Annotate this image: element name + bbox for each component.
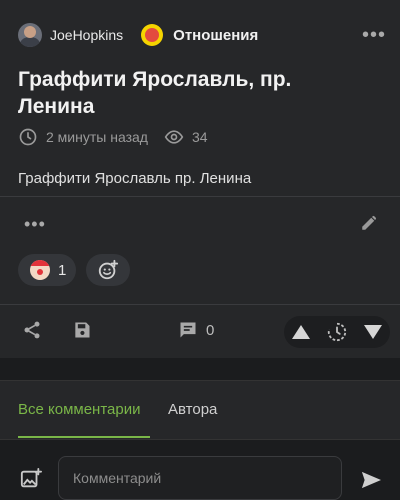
comments-count: 0 bbox=[206, 321, 215, 339]
image-plus-icon[interactable] bbox=[20, 468, 42, 490]
post-time: 2 минуты назад bbox=[46, 129, 148, 145]
comment-input[interactable] bbox=[58, 456, 342, 500]
add-reaction-button[interactable] bbox=[86, 254, 130, 286]
comment-composer bbox=[0, 440, 400, 500]
tab-author[interactable]: Автора bbox=[168, 401, 217, 418]
post-meta: 2 минуты назад 34 bbox=[18, 126, 208, 148]
views-count: 34 bbox=[191, 129, 208, 145]
comments-tabs: Все комментарии Автора bbox=[0, 380, 400, 440]
post-header: JoeHopkins Отношения ••• bbox=[18, 20, 386, 50]
smiley-plus-icon bbox=[98, 259, 119, 280]
rating-pending-icon bbox=[327, 322, 347, 342]
save-icon bbox=[75, 322, 90, 338]
divider bbox=[0, 304, 400, 305]
pencil-icon[interactable] bbox=[360, 214, 378, 232]
comment-icon bbox=[180, 322, 196, 338]
post-title: Граффити Ярославль, пр. Ленина bbox=[18, 68, 292, 118]
vote-control bbox=[284, 316, 390, 348]
reaction-count: 1 bbox=[58, 261, 67, 279]
author-avatar[interactable] bbox=[18, 23, 42, 47]
post-menu-button[interactable]: ••• bbox=[362, 25, 386, 45]
post-card: JoeHopkins Отношения ••• Граффити Яросла… bbox=[0, 0, 400, 358]
save-button[interactable] bbox=[72, 320, 92, 340]
share-icon bbox=[24, 321, 40, 339]
triangle-up-icon[interactable] bbox=[291, 323, 311, 341]
active-tab-indicator bbox=[18, 436, 150, 438]
send-icon[interactable] bbox=[360, 470, 382, 490]
author-name[interactable]: JoeHopkins bbox=[50, 27, 123, 43]
comments-button[interactable]: 0 bbox=[178, 320, 214, 340]
post-body: Граффити Ярославль пр. Ленина bbox=[18, 170, 252, 187]
community-name[interactable]: Отношения bbox=[173, 27, 258, 44]
reaction-chip[interactable]: 1 bbox=[18, 254, 76, 286]
clown-emoji-icon bbox=[30, 260, 50, 280]
clock-icon bbox=[19, 128, 37, 146]
community-icon[interactable] bbox=[141, 24, 164, 46]
triangle-down-icon[interactable] bbox=[363, 323, 383, 341]
post-more-button[interactable]: ••• bbox=[24, 214, 46, 235]
eye-icon bbox=[164, 130, 184, 144]
divider bbox=[0, 196, 400, 197]
tab-all-comments[interactable]: Все комментарии bbox=[18, 401, 140, 418]
share-button[interactable] bbox=[22, 320, 42, 340]
